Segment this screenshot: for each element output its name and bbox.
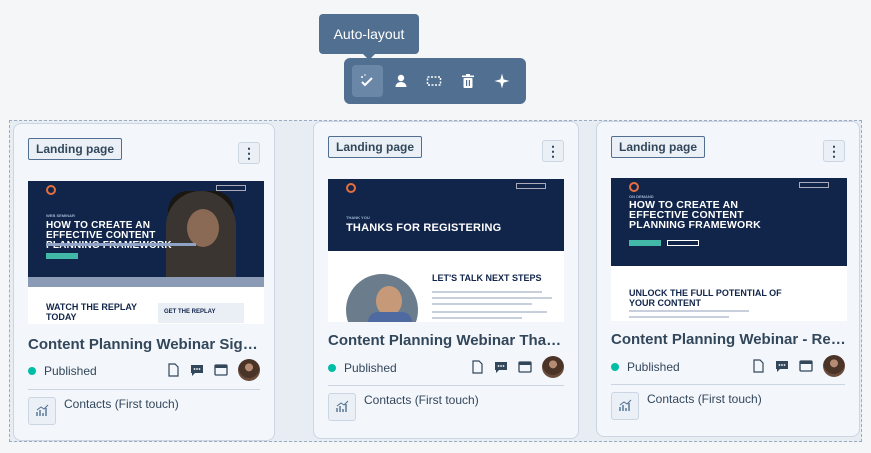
document-icon[interactable]: [166, 363, 180, 377]
page-title[interactable]: Content Planning Webinar Than...: [328, 332, 563, 349]
status-label: Published: [627, 360, 680, 374]
comment-icon[interactable]: [494, 360, 508, 374]
document-icon[interactable]: [751, 359, 765, 373]
page-thumbnail[interactable]: WEB SEMINAR HOW TO CREATE AN EFFECTIVE C…: [28, 181, 264, 324]
chart-trend-icon: [619, 399, 632, 411]
floating-toolbar: [344, 58, 526, 104]
trash-icon: [462, 74, 475, 88]
contacts-attribution[interactable]: Contacts (First touch): [611, 392, 762, 420]
content-type-tag: Landing page: [28, 138, 122, 160]
content-type-tag: Landing page: [611, 136, 705, 158]
chart-trend-icon: [36, 404, 49, 416]
ai-assist-button[interactable]: [486, 65, 517, 97]
browser-icon[interactable]: [518, 360, 532, 374]
card-menu-button[interactable]: ⋮: [823, 140, 845, 162]
contacts-label: Contacts (First touch): [64, 397, 179, 411]
page-thumbnail[interactable]: ON DEMAND HOW TO CREATE AN EFFECTIVE CON…: [611, 178, 847, 321]
owner-avatar[interactable]: [542, 356, 564, 378]
thumb-body-text: WATCH THE REPLAY TODAY: [46, 302, 137, 322]
landing-page-card[interactable]: Landing page ⋮ WEB SEMINAR HOW TO CREATE…: [13, 123, 275, 441]
thumb-headline: THANKS FOR REGISTERING: [346, 222, 502, 234]
select-area-button[interactable]: [419, 65, 450, 97]
thumb-headline: HOW TO CREATE AN EFFECTIVE CONTENT PLANN…: [629, 199, 761, 231]
status-label: Published: [44, 364, 97, 378]
status-dot: [28, 367, 36, 375]
owner-avatar[interactable]: [823, 355, 845, 377]
owner-avatar[interactable]: [238, 359, 260, 381]
thumb-eyebrow: THANK YOU: [346, 215, 370, 220]
contacts-attribution[interactable]: Contacts (First touch): [28, 397, 179, 425]
thumb-body-text: LET'S TALK NEXT STEPS: [432, 273, 542, 283]
landing-page-card[interactable]: Landing page ⋮ THANK YOU THANKS FOR REGI…: [313, 121, 579, 439]
delete-button[interactable]: [453, 65, 484, 97]
contacts-attribution[interactable]: Contacts (First touch): [328, 393, 479, 421]
contacts-label: Contacts (First touch): [647, 392, 762, 406]
contacts-label: Contacts (First touch): [364, 393, 479, 407]
card-menu-button[interactable]: ⋮: [542, 140, 564, 162]
page-title[interactable]: Content Planning Webinar Sign ...: [28, 336, 263, 353]
thumb-body-text: UNLOCK THE FULL POTENTIAL OF YOUR CONTEN…: [629, 288, 782, 308]
page-title[interactable]: Content Planning Webinar - Rep...: [611, 331, 846, 348]
content-type-tag: Landing page: [328, 136, 422, 158]
card-menu-button[interactable]: ⋮: [238, 142, 260, 164]
comment-icon[interactable]: [775, 359, 789, 373]
status-dot: [611, 363, 619, 371]
comment-icon[interactable]: [190, 363, 204, 377]
marquee-select-icon: [427, 76, 442, 86]
status-published: Published: [611, 360, 680, 374]
document-icon[interactable]: [470, 360, 484, 374]
browser-icon[interactable]: [799, 359, 813, 373]
auto-layout-icon: [361, 74, 374, 87]
chart-trend-icon: [336, 400, 349, 412]
status-label: Published: [344, 361, 397, 375]
page-thumbnail[interactable]: THANK YOU THANKS FOR REGISTERING LET'S T…: [328, 179, 564, 322]
thumb-body-box: GET THE REPLAY: [158, 303, 244, 323]
auto-layout-button[interactable]: [352, 65, 383, 97]
status-dot: [328, 364, 336, 372]
person-icon: [395, 74, 407, 87]
assign-owner-button[interactable]: [386, 65, 417, 97]
browser-icon[interactable]: [214, 363, 228, 377]
status-published: Published: [328, 361, 397, 375]
landing-page-card[interactable]: Landing page ⋮ ON DEMAND HOW TO CREATE A…: [596, 121, 860, 437]
thumb-headline: HOW TO CREATE AN EFFECTIVE CONTENT PLANN…: [46, 220, 172, 251]
status-published: Published: [28, 364, 97, 378]
sparkle-icon: [494, 73, 510, 89]
auto-layout-tooltip: Auto-layout: [319, 14, 419, 60]
thumb-eyebrow: WEB SEMINAR: [46, 213, 75, 218]
